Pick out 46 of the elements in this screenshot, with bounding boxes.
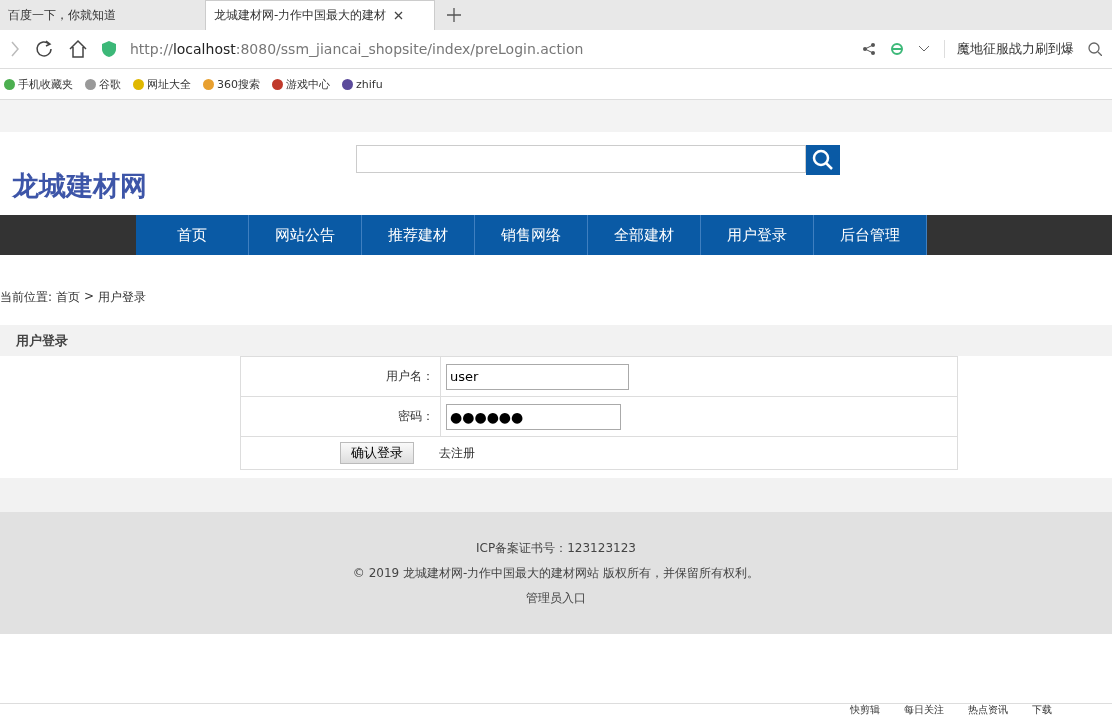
admin-link[interactable]: 管理员入口 xyxy=(526,589,586,607)
password-field[interactable]: ●●●●●● xyxy=(446,403,621,430)
register-link[interactable]: 去注册 xyxy=(439,444,475,462)
field-label: 密码： xyxy=(241,397,441,436)
bookmark-item[interactable]: 谷歌 xyxy=(85,76,121,92)
bookmark-item[interactable]: zhifu xyxy=(342,77,383,91)
footer-text: ICP备案证书号：123123123 xyxy=(476,539,636,557)
breadcrumb-current: 用户登录 xyxy=(98,289,147,305)
nav-link[interactable]: 用户登录 xyxy=(700,215,814,255)
breadcrumb-label: 当前位置: xyxy=(0,289,53,305)
home-icon[interactable] xyxy=(68,39,88,59)
bookmark-item[interactable]: 游戏中心 xyxy=(272,76,330,92)
address-field[interactable]: http://localhost:8080/ssm_jiancai_shopsite/index/preLogin.action xyxy=(130,41,848,57)
browser-tab[interactable]: 龙城建材网-力作中国最大的建材 xyxy=(205,0,435,30)
site-logo: 龙城建材网 xyxy=(12,168,148,203)
new-tab-icon[interactable] xyxy=(447,8,461,22)
field-label: 用户名： xyxy=(241,357,441,396)
status-item[interactable]: 每日关注 xyxy=(904,704,944,716)
nav-link[interactable]: 全部建材 xyxy=(587,215,701,255)
nav-link[interactable]: 后台管理 xyxy=(813,215,927,255)
status-item[interactable]: 下载 xyxy=(1032,704,1052,716)
status-item[interactable]: 快剪辑 xyxy=(850,704,880,716)
nav-link[interactable]: 网站公告 xyxy=(248,215,362,255)
search-icon[interactable] xyxy=(1088,42,1102,56)
bookmark-item[interactable]: 手机收藏夹 xyxy=(4,76,73,92)
share-icon[interactable] xyxy=(862,42,876,56)
reload-icon[interactable] xyxy=(34,39,54,59)
breadcrumb-separator: > xyxy=(84,289,95,305)
browser-tab[interactable]: 百度一下，你就知道 xyxy=(0,0,205,30)
close-icon[interactable] xyxy=(394,11,404,20)
breadcrumb-link[interactable]: 首页 xyxy=(56,289,81,305)
nav-link[interactable]: 首页 xyxy=(135,215,249,255)
nav-link[interactable]: 推荐建材 xyxy=(361,215,475,255)
section-title: 用户登录 xyxy=(0,325,1112,356)
login-button[interactable]: 确认登录 xyxy=(340,442,414,464)
caret-icon[interactable] xyxy=(918,45,930,53)
search-field[interactable] xyxy=(356,144,806,173)
status-item[interactable]: 热点资讯 xyxy=(968,704,1008,716)
bookmark-item[interactable]: 网址大全 xyxy=(133,76,191,92)
nav-link[interactable]: 销售网络 xyxy=(474,215,588,255)
search-hint[interactable]: 魔地征服战力刷到爆 xyxy=(944,40,1074,58)
bookmark-item[interactable]: 360搜索 xyxy=(203,76,260,92)
search-button[interactable] xyxy=(806,144,840,175)
username-field[interactable]: user xyxy=(446,363,629,390)
footer-text: © 2019 龙城建材网-力作中国最大的建材网站 版权所有，并保留所有权利。 xyxy=(352,564,760,582)
shield-icon xyxy=(102,41,116,57)
